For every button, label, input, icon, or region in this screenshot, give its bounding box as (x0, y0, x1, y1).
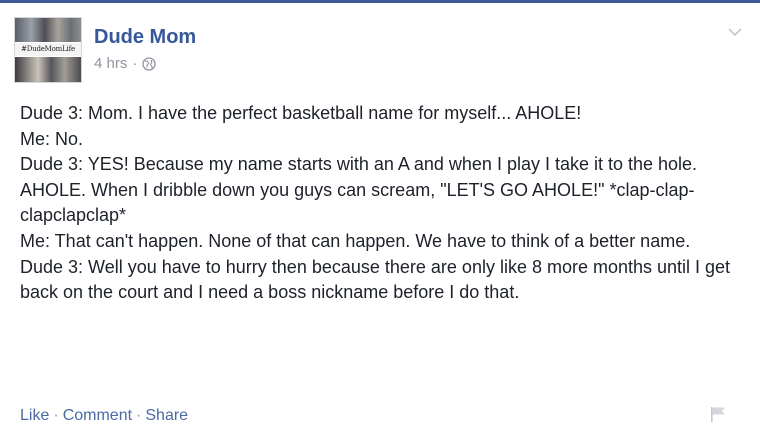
action-separator: · (136, 407, 142, 424)
post-line: Me: No. (20, 128, 84, 149)
header-text: Dude Mom 4 hrs · (94, 17, 196, 72)
flag-icon[interactable] (708, 405, 728, 423)
post-actions: Like · Comment · Share (20, 407, 188, 425)
avatar-photo-bottom (15, 57, 81, 82)
post-line: Dude 3: YES! Because my name starts with… (20, 154, 698, 226)
like-link[interactable]: Like (20, 407, 49, 425)
comment-link[interactable]: Comment (63, 407, 132, 425)
globe-icon[interactable] (142, 56, 157, 71)
avatar[interactable]: #DudeMomLife (14, 17, 82, 83)
post-line: Dude 3: Well you have to hurry then beca… (20, 256, 731, 303)
chevron-down-icon[interactable] (728, 27, 742, 37)
author-name[interactable]: Dude Mom (94, 25, 196, 49)
post-header: #DudeMomLife Dude Mom 4 hrs · (14, 17, 196, 83)
meta-separator: · (132, 55, 138, 72)
avatar-photo-top (15, 18, 81, 42)
post-line: Me: That can't happen. None of that can … (20, 230, 691, 251)
timestamp[interactable]: 4 hrs (94, 55, 127, 72)
post-body: Dude 3: Mom. I have the perfect basketba… (20, 101, 746, 306)
post-meta: 4 hrs · (94, 55, 196, 72)
action-separator: · (53, 407, 59, 424)
avatar-hashtag: #DudeMomLife (15, 43, 81, 56)
facebook-post: #DudeMomLife Dude Mom 4 hrs · Dude 3: Mo… (0, 0, 760, 441)
share-link[interactable]: Share (145, 407, 188, 425)
post-line: Dude 3: Mom. I have the perfect basketba… (20, 103, 582, 123)
